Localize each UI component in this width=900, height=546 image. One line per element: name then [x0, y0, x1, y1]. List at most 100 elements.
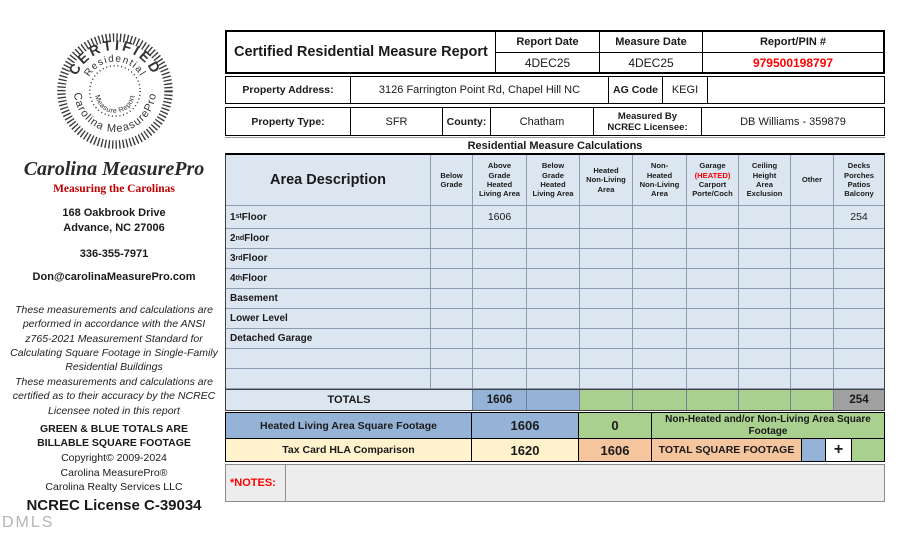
value-cell [473, 269, 527, 289]
value-cell [431, 289, 473, 309]
copyright-line1: Copyright© 2009-2024 [0, 451, 228, 466]
row-label: 4th Floor [226, 269, 431, 289]
table-row: 4th Floor [226, 269, 884, 289]
row-label: 1st Floor [226, 206, 431, 229]
value-cell [527, 309, 580, 329]
disclaimer-ansi: These measurements and calculations are … [9, 303, 219, 374]
value-cell [687, 206, 739, 229]
property-address-value: 3126 Farrington Point Rd, Chapel Hill NC [351, 77, 609, 103]
property-type-row: Property Type: SFR County: Chatham Measu… [225, 107, 885, 136]
notes-label: *NOTES: [226, 465, 286, 501]
row-label [226, 369, 431, 389]
value-cell [791, 206, 834, 229]
value-cell [633, 309, 687, 329]
value-cell [473, 369, 527, 389]
value-cell [431, 349, 473, 369]
value-cell [834, 369, 884, 389]
value-cell [527, 349, 580, 369]
heated-summary-row: Heated Living Area Square Footage 1606 0… [226, 413, 884, 439]
column-header: BelowGrade [431, 155, 473, 206]
ag-code-value: KEGI [663, 77, 708, 103]
value-cell [473, 329, 527, 349]
company-address: 168 Oakbrook Drive Advance, NC 27006 [0, 206, 228, 236]
value-cell [687, 229, 739, 249]
row-label [226, 349, 431, 369]
value-cell [791, 229, 834, 249]
value-cell [687, 329, 739, 349]
table-row [226, 349, 884, 369]
value-cell [834, 229, 884, 249]
disclaimer-certified: These measurements and calculations are … [9, 375, 219, 418]
value-cell [791, 369, 834, 389]
value-cell [431, 206, 473, 229]
measured-by-label: Measured By NCREC Licensee: [594, 108, 702, 135]
column-header: Non-HeatedNon-LivingArea [633, 155, 687, 206]
calc-table-body: 1st Floor16062542nd Floor3rd Floor4th Fl… [226, 206, 884, 389]
brand-name: Carolina MeasurePro [0, 158, 228, 181]
taxcard-summary-row: Tax Card HLA Comparison 1620 1606 TOTAL … [226, 439, 884, 461]
value-cell [633, 269, 687, 289]
value-cell [739, 249, 791, 269]
value-cell [739, 289, 791, 309]
table-row [226, 369, 884, 389]
value-cell [580, 329, 633, 349]
value-cell [687, 349, 739, 369]
totals-label: TOTALS [226, 390, 473, 410]
column-header: AboveGradeHeatedLiving Area [473, 155, 527, 206]
hla-value: 1606 [472, 413, 579, 438]
value-cell [527, 249, 580, 269]
value-cell [791, 249, 834, 269]
ag-code-extra [708, 77, 884, 103]
value-cell [633, 289, 687, 309]
value-cell [834, 349, 884, 369]
column-header: Other [791, 155, 834, 206]
tax-card-label: Tax Card HLA Comparison [226, 439, 472, 461]
value-cell [739, 329, 791, 349]
column-header: DecksPorchesPatiosBalcony [834, 155, 884, 206]
value-cell [580, 269, 633, 289]
report-date-value: 4DEC25 [496, 53, 600, 72]
value-cell [580, 369, 633, 389]
value-cell [431, 369, 473, 389]
nonliving-value: 0 [579, 413, 652, 438]
value-cell [791, 329, 834, 349]
row-label: 3rd Floor [226, 249, 431, 269]
value-cell [687, 249, 739, 269]
value-cell [633, 349, 687, 369]
calc-header-row: Area Description BelowGradeAboveGradeHea… [226, 155, 884, 206]
table-row: Detached Garage [226, 329, 884, 349]
table-row: 1st Floor1606254 [226, 206, 884, 229]
value-cell [633, 369, 687, 389]
table-row: Lower Level [226, 309, 884, 329]
value-cell [473, 309, 527, 329]
column-header: CeilingHeightAreaExclusion [739, 155, 791, 206]
total-sqft-label: TOTAL SQUARE FOOTAGE [652, 439, 802, 461]
totals-ceiling [739, 390, 791, 410]
county-value: Chatham [491, 108, 594, 135]
totals-row: TOTALS 1606 254 [226, 389, 884, 410]
totals-other [791, 390, 834, 410]
notes-body [286, 465, 884, 501]
totals-heated-nonliving [580, 390, 633, 410]
value-cell [473, 349, 527, 369]
value-cell [687, 309, 739, 329]
value-cell: 1606 [473, 206, 527, 229]
calc-table: Area Description BelowGradeAboveGradeHea… [225, 153, 885, 411]
section-title: Residential Measure Calculations [225, 137, 885, 153]
value-cell [431, 229, 473, 249]
value-cell [791, 309, 834, 329]
copyright-line2: Carolina MeasurePro® [0, 466, 228, 481]
value-cell [431, 309, 473, 329]
value-cell [687, 269, 739, 289]
totals-decks: 254 [834, 390, 884, 410]
totals-above-grade: 1606 [473, 390, 527, 410]
notes-section: *NOTES: [225, 464, 885, 502]
ag-code-label: AG Code [609, 77, 663, 103]
sidebar: CERTIFIED Residential Measure Report Car… [0, 0, 228, 546]
value-cell [527, 229, 580, 249]
measure-date-label: Measure Date [600, 32, 703, 53]
value-cell [527, 369, 580, 389]
stamp-text-certified: CERTIFIED [66, 38, 164, 78]
value-cell [527, 206, 580, 229]
plus-sign: + [826, 439, 852, 461]
